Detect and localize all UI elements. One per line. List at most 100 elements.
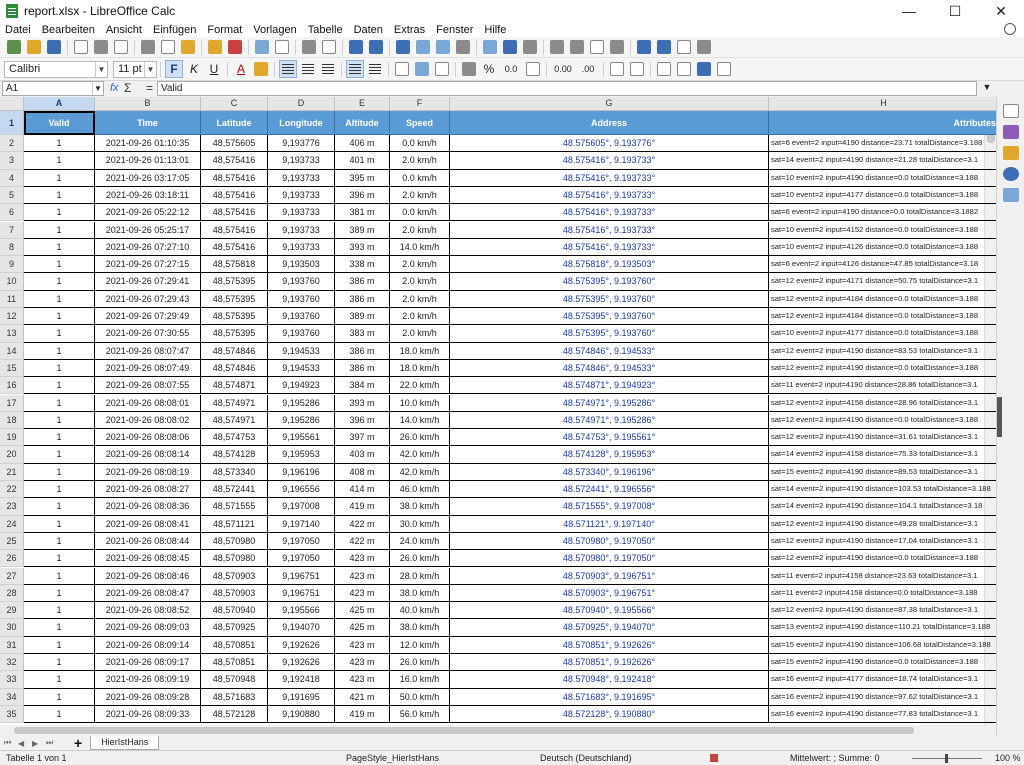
selection-summary[interactable]: Mittelwert: ; Summe: 0 xyxy=(790,753,880,763)
cell-longitude[interactable]: 9,192626 xyxy=(268,636,335,654)
cell-address[interactable]: 48.574128°, 9.195953° xyxy=(450,446,769,464)
row-header[interactable]: 11 xyxy=(0,290,24,308)
add-sheet-icon[interactable]: + xyxy=(74,735,82,751)
zoom-slider-knob[interactable] xyxy=(945,754,948,763)
menu-fenster[interactable]: Fenster xyxy=(436,24,473,36)
cell-longitude[interactable]: 9,196751 xyxy=(268,567,335,585)
cell-attributes[interactable]: sat=16 event=2 input=4190 distance=97.62… xyxy=(769,689,996,706)
cell-attributes[interactable]: sat=16 event=2 input=4190 distance=77.83… xyxy=(769,706,996,724)
cell-speed[interactable]: 18.0 km/h xyxy=(390,359,450,378)
font-color-icon[interactable]: A xyxy=(232,60,250,78)
header-cell-longitude[interactable]: Longitude xyxy=(268,111,335,135)
align-bottom-icon[interactable] xyxy=(435,62,449,76)
cell-altitude[interactable]: 389 m xyxy=(335,221,390,239)
cell-time[interactable]: 2021-09-26 03:17:05 xyxy=(95,169,201,187)
cell-latitude[interactable]: 48,571121 xyxy=(201,515,268,533)
cell-time[interactable]: 2021-09-26 08:07:55 xyxy=(95,377,201,395)
horizontal-scroll-thumb[interactable] xyxy=(14,727,914,734)
cell-altitude[interactable]: 401 m xyxy=(335,152,390,170)
border-color-icon[interactable] xyxy=(697,62,711,76)
cell-speed[interactable]: 38.0 km/h xyxy=(390,584,450,603)
cell-time[interactable]: 2021-09-26 08:07:47 xyxy=(95,342,201,360)
menu-tabelle[interactable]: Tabelle xyxy=(308,24,343,36)
cell-time[interactable]: 2021-09-26 08:08:19 xyxy=(95,463,201,481)
maximize-button[interactable]: ☐ xyxy=(932,0,978,22)
cell-attributes[interactable]: sat=12 event=2 input=4171 distance=50.75… xyxy=(769,273,996,291)
cell-latitude[interactable]: 48,573340 xyxy=(201,463,268,481)
cell-time[interactable]: 2021-09-26 07:29:49 xyxy=(95,308,201,326)
cell-altitude[interactable]: 419 m xyxy=(335,498,390,516)
cell-speed[interactable]: 42.0 km/h xyxy=(390,446,450,464)
row-header[interactable]: 1 xyxy=(0,111,24,135)
cell-attributes[interactable]: sat=12 event=2 input=4158 distance=28.96… xyxy=(769,395,996,412)
cell-valid[interactable]: 1 xyxy=(24,567,95,585)
cell-attributes[interactable]: sat=12 event=2 input=4190 distance=0.0 t… xyxy=(769,412,996,430)
cell-time[interactable]: 2021-09-26 07:30:55 xyxy=(95,325,201,343)
cell-altitude[interactable]: 397 m xyxy=(335,429,390,447)
menu-ansicht[interactable]: Ansicht xyxy=(106,24,142,36)
column-header-d[interactable]: D xyxy=(268,97,335,111)
cell-time[interactable]: 2021-09-26 08:09:33 xyxy=(95,705,201,724)
row-header[interactable]: 27 xyxy=(0,567,24,585)
cell-time[interactable]: 2021-09-26 08:07:49 xyxy=(95,359,201,378)
cell-speed[interactable]: 30.0 km/h xyxy=(390,515,450,533)
cell-address[interactable]: 48.570925°, 9.194070° xyxy=(450,619,769,637)
image-icon[interactable] xyxy=(483,40,497,54)
language-status[interactable]: Deutsch (Deutschland) xyxy=(540,753,632,763)
cell-speed[interactable]: 50.0 km/h xyxy=(390,688,450,706)
row-header[interactable]: 18 xyxy=(0,411,24,430)
cell-longitude[interactable]: 9,193733 xyxy=(268,152,335,170)
cell-latitude[interactable]: 48,574753 xyxy=(201,429,268,447)
column-header-h[interactable]: H xyxy=(769,97,996,111)
cell-latitude[interactable]: 48,572128 xyxy=(201,705,268,724)
cell-address[interactable]: 48.570903°, 9.196751° xyxy=(450,584,769,603)
cell-address[interactable]: 48.571555°, 9.197008° xyxy=(450,498,769,516)
cell-altitude[interactable]: 386 m xyxy=(335,359,390,378)
cell-address[interactable]: 48.570980°, 9.197050° xyxy=(450,532,769,551)
name-box[interactable]: A1 ▼ xyxy=(2,81,104,96)
cell-valid[interactable]: 1 xyxy=(24,273,95,291)
cell-time[interactable]: 2021-09-26 08:08:44 xyxy=(95,532,201,551)
percent-format-button[interactable]: % xyxy=(480,60,498,78)
print-preview-icon[interactable] xyxy=(114,40,128,54)
cell-address[interactable]: 48.575395°, 9.193760° xyxy=(450,290,769,308)
cell-latitude[interactable]: 48,570851 xyxy=(201,636,268,654)
cell-longitude[interactable]: 9,195286 xyxy=(268,394,335,412)
cell-time[interactable]: 2021-09-26 08:08:41 xyxy=(95,515,201,533)
cell-attributes[interactable]: sat=6 event=2 input=4126 distance=47.85 … xyxy=(769,256,996,274)
close-button[interactable]: ✕ xyxy=(978,0,1024,22)
cell-time[interactable]: 2021-09-26 07:27:15 xyxy=(95,256,201,274)
cell-longitude[interactable]: 9,195566 xyxy=(268,602,335,620)
cell-latitude[interactable]: 48,571555 xyxy=(201,498,268,516)
cell-address[interactable]: 48.572441°, 9.196556° xyxy=(450,481,769,499)
menu-einfuegen[interactable]: Einfügen xyxy=(153,24,196,36)
cell-valid[interactable]: 1 xyxy=(24,636,95,654)
cell-latitude[interactable]: 48,570980 xyxy=(201,550,268,568)
cell-altitude[interactable]: 422 m xyxy=(335,515,390,533)
date-format-icon[interactable] xyxy=(526,62,540,76)
cell-valid[interactable]: 1 xyxy=(24,186,95,205)
menu-format[interactable]: Format xyxy=(207,24,242,36)
cell-time[interactable]: 2021-09-26 01:13:01 xyxy=(95,152,201,170)
cell-latitude[interactable]: 48,574846 xyxy=(201,342,268,360)
split-window-icon[interactable] xyxy=(677,40,691,54)
cell-altitude[interactable]: 414 m xyxy=(335,481,390,499)
cell-time[interactable]: 2021-09-26 08:08:47 xyxy=(95,584,201,603)
row-icon[interactable] xyxy=(349,40,363,54)
cell-altitude[interactable]: 393 m xyxy=(335,238,390,257)
row-header[interactable]: 23 xyxy=(0,498,24,516)
cell-latitude[interactable]: 48,570903 xyxy=(201,567,268,585)
cell-address[interactable]: 48.575395°, 9.193760° xyxy=(450,308,769,326)
row-header[interactable]: 22 xyxy=(0,481,24,499)
cell-time[interactable]: 2021-09-26 07:27:10 xyxy=(95,238,201,257)
cell-address[interactable]: 48.573340°, 9.196196° xyxy=(450,463,769,481)
cell-latitude[interactable]: 48,574971 xyxy=(201,411,268,430)
cell-time[interactable]: 2021-09-26 05:25:17 xyxy=(95,221,201,239)
add-decimal-button[interactable]: 0.00 xyxy=(551,60,575,78)
cell-longitude[interactable]: 9,193760 xyxy=(268,273,335,291)
undo-icon[interactable] xyxy=(255,40,269,54)
chart-icon[interactable] xyxy=(503,40,517,54)
cell-latitude[interactable]: 48,570925 xyxy=(201,619,268,637)
function-wizard-icon[interactable]: fx xyxy=(110,82,119,94)
cell-longitude[interactable]: 9,194533 xyxy=(268,342,335,360)
